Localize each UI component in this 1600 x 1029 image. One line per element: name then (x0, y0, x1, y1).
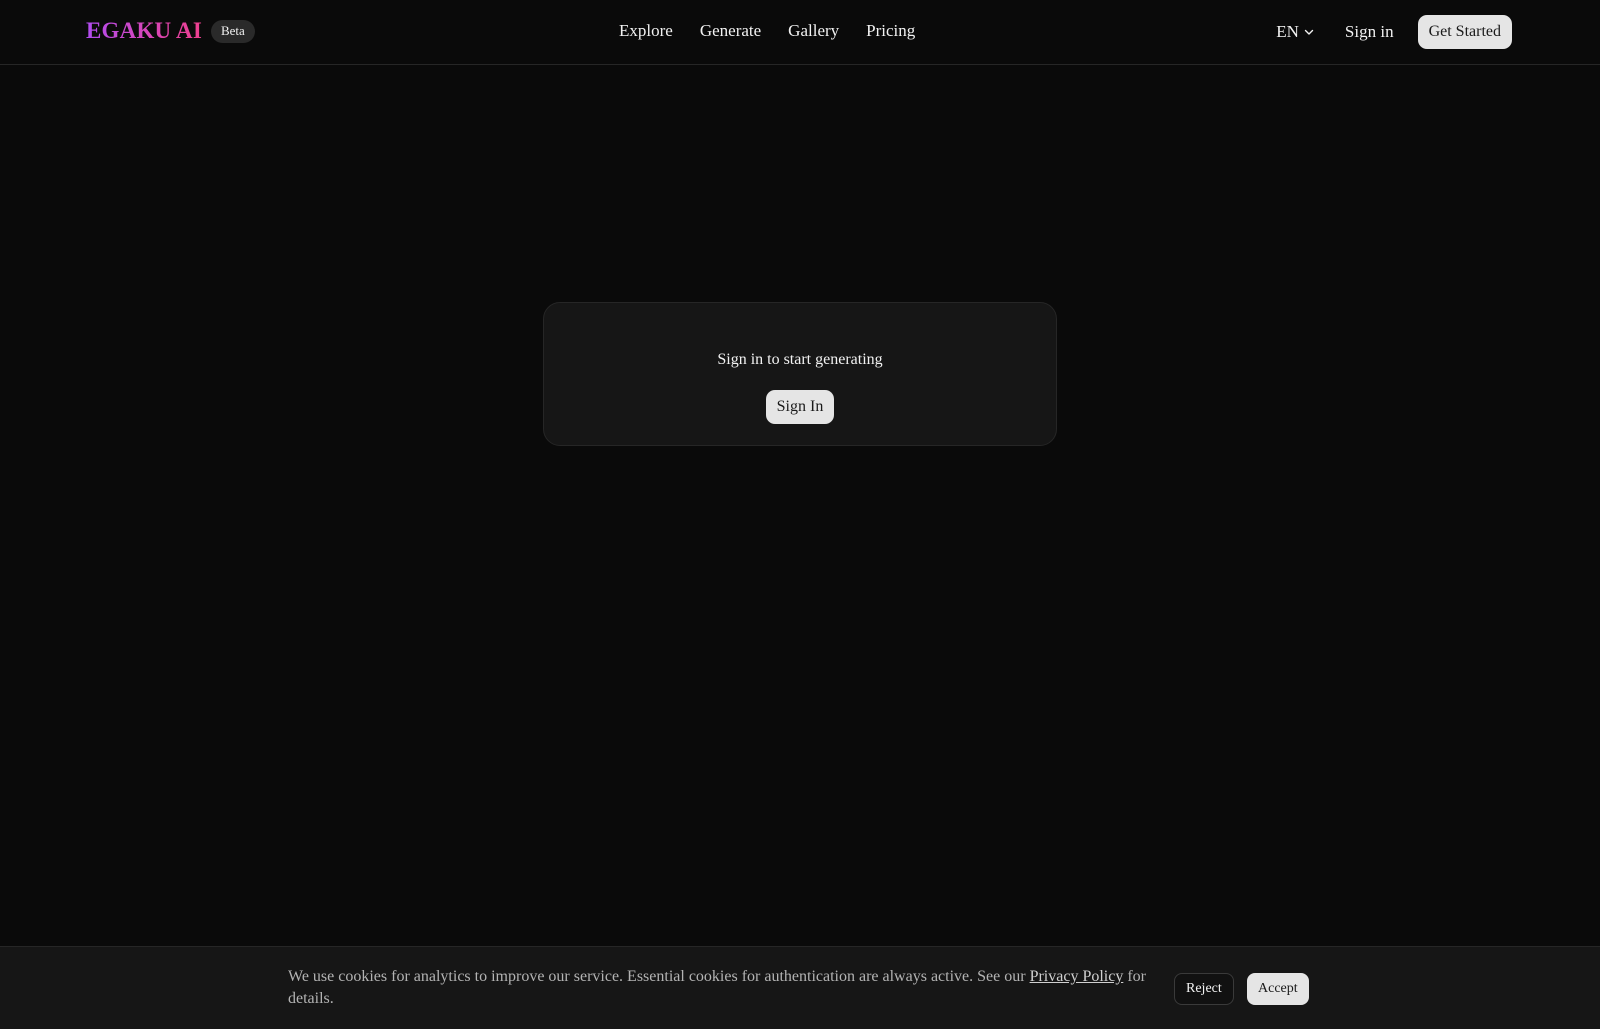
header-actions: EN Sign in Get Started (1276, 15, 1512, 49)
cookie-banner: We use cookies for analytics to improve … (0, 946, 1600, 1029)
nav-generate[interactable]: Generate (700, 20, 761, 42)
cookie-message: We use cookies for analytics to improve … (288, 966, 1158, 1010)
main-nav: Explore Generate Gallery Pricing (619, 20, 915, 42)
nav-gallery[interactable]: Gallery (788, 20, 839, 42)
language-label: EN (1276, 22, 1299, 41)
sign-in-prompt: Sign in to start generating (717, 351, 883, 368)
chevron-down-icon (1303, 26, 1315, 38)
reject-button[interactable]: Reject (1174, 973, 1234, 1005)
logo[interactable]: EGAKU AI (86, 17, 202, 45)
get-started-button[interactable]: Get Started (1417, 15, 1512, 49)
language-selector[interactable]: EN (1276, 22, 1315, 42)
sign-in-link[interactable]: Sign in (1345, 22, 1394, 42)
sign-in-button[interactable]: Sign In (765, 390, 835, 424)
sign-in-card: Sign in to start generating Sign In (543, 302, 1057, 446)
beta-badge: Beta (210, 19, 255, 43)
nav-explore[interactable]: Explore (619, 20, 673, 42)
top-navbar: EGAKU AI Beta Explore Generate Gallery P… (0, 0, 1600, 65)
privacy-policy-link[interactable]: Privacy Policy (1030, 968, 1124, 985)
accept-button[interactable]: Accept (1247, 973, 1309, 1005)
nav-pricing[interactable]: Pricing (866, 20, 915, 42)
cookie-text: We use cookies for analytics to improve … (288, 968, 1030, 985)
brand[interactable]: EGAKU AI Beta (86, 17, 255, 45)
